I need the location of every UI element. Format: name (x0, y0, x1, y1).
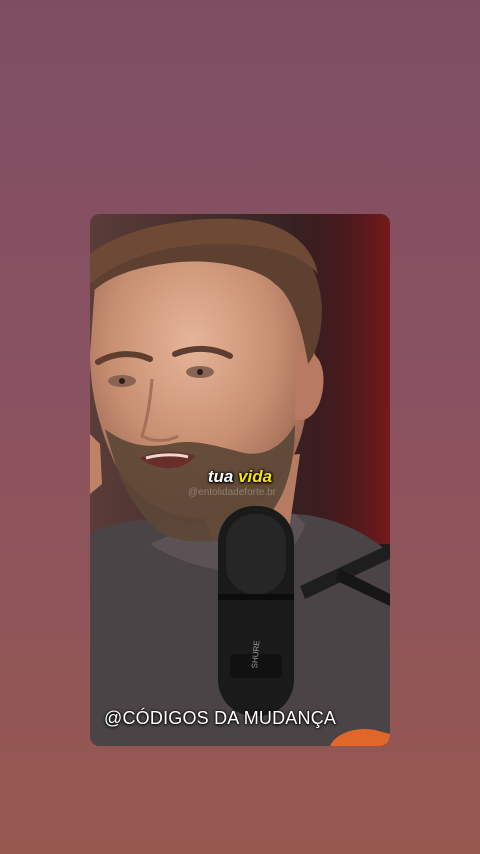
video-player[interactable]: @entolidadeforte.br tua vida SHURE @CÓDI… (90, 214, 390, 746)
caption-word: tua (207, 467, 234, 486)
watermark-text: @entolidadeforte.br (188, 487, 276, 498)
caption-highlight-word: vida (238, 467, 273, 486)
channel-handle: @CÓDIGOS DA MUDANÇA (104, 708, 337, 728)
subtitle-caption: tua vida (90, 467, 390, 487)
